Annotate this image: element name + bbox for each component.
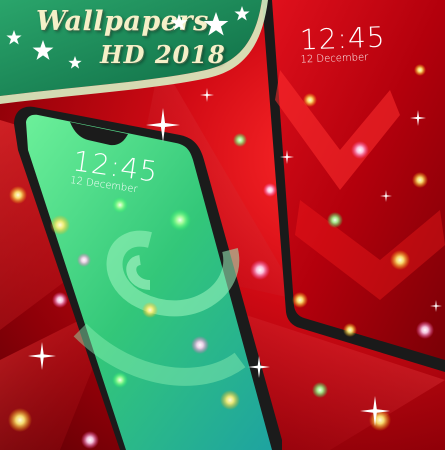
sparkle-icon (248, 356, 270, 378)
sparkle-icon (410, 110, 426, 126)
sparkles-layer (6, 6, 442, 449)
sparkle-icon (28, 342, 56, 370)
star-icon (6, 30, 22, 45)
sparkle-icon (380, 190, 392, 202)
star-icon (234, 6, 250, 21)
sparkle-icon (146, 108, 180, 142)
promo-artwork: 12:45 12 December 12:45 12 December Wall… (0, 0, 445, 450)
sparkle-icon (200, 88, 214, 102)
star-icon (203, 12, 229, 36)
star-icon (170, 14, 188, 31)
sparkle-icon (280, 150, 294, 164)
star-icon (68, 56, 82, 69)
star-icon (32, 40, 54, 60)
sparkle-icon (430, 300, 442, 312)
